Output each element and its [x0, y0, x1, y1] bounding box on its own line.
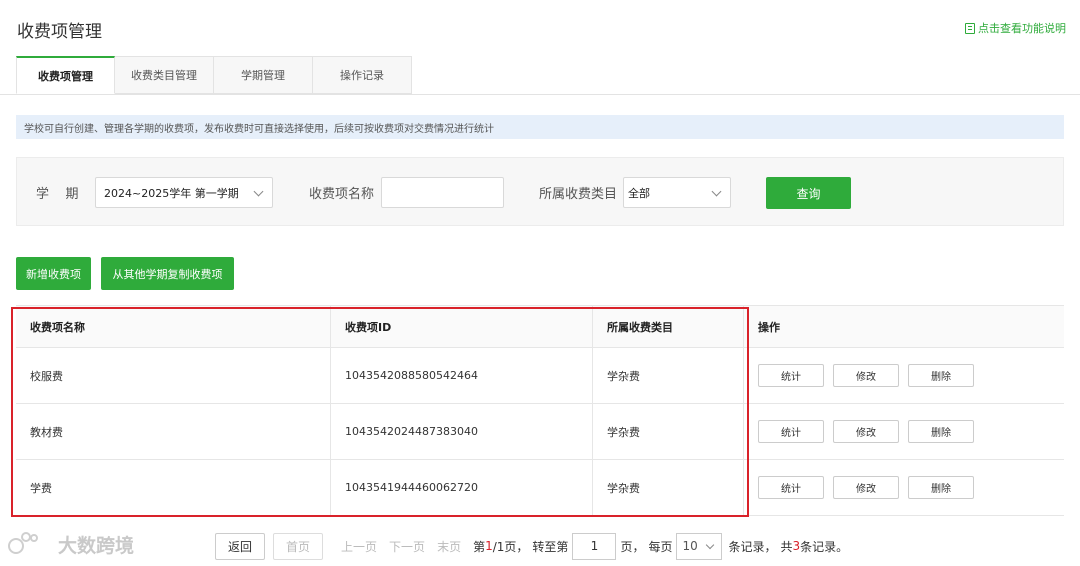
delete-button[interactable]: 删除 [908, 364, 974, 387]
category-label: 所属收费类目 [539, 187, 618, 202]
stats-button[interactable]: 统计 [758, 420, 824, 443]
term-select-value: 2024~2025学年 第一学期 [104, 186, 239, 200]
tab-bar: 收费项管理 收费类目管理 学期管理 操作记录 [16, 56, 412, 94]
cell-fee-id: 1043542088580542464 [331, 348, 593, 403]
stats-button[interactable]: 统计 [758, 476, 824, 499]
delete-button[interactable]: 删除 [908, 420, 974, 443]
help-link-label: 点击查看功能说明 [978, 22, 1066, 35]
cell-fee-name: 教材费 [16, 404, 331, 459]
copy-fee-items-button[interactable]: 从其他学期复制收费项 [101, 257, 234, 290]
page-title: 收费项管理 [17, 22, 102, 42]
last-page-link[interactable]: 末页 [437, 538, 461, 555]
category-select[interactable]: 全部 [623, 177, 731, 208]
table-row: 学费 1043541944460062720 学杂费 统计 修改 删除 [16, 460, 1064, 516]
per-page-label: 每页 [648, 539, 673, 554]
header-category: 所属收费类目 [593, 306, 744, 347]
help-link[interactable]: 点击查看功能说明 [965, 20, 1066, 36]
chevron-down-icon [253, 186, 264, 197]
fee-name-label: 收费项名称 [309, 187, 375, 202]
watermark: 大数跨境 [8, 530, 134, 558]
cell-fee-name: 学费 [16, 460, 331, 515]
cell-operations: 统计 修改 删除 [744, 348, 1064, 403]
cell-operations: 统计 修改 删除 [744, 404, 1064, 459]
page-prefix: 第 [473, 539, 486, 554]
prev-page-link[interactable]: 上一页 [341, 538, 377, 555]
records-suffix: 条记录， [728, 539, 777, 554]
tab-terms[interactable]: 学期管理 [214, 56, 313, 94]
table-row: 教材费 1043542024487383040 学杂费 统计 修改 删除 [16, 404, 1064, 460]
per-page-value: 10 [682, 539, 698, 553]
cell-category: 学杂费 [593, 404, 744, 459]
back-button[interactable]: 返回 [215, 532, 266, 560]
cell-fee-name: 校服费 [16, 348, 331, 403]
cell-operations: 统计 修改 删除 [744, 460, 1064, 515]
edit-button[interactable]: 修改 [833, 476, 899, 499]
query-button[interactable]: 查询 [766, 177, 851, 209]
page-total: /1页， [492, 539, 529, 554]
cell-category: 学杂费 [593, 348, 744, 403]
tab-fee-categories[interactable]: 收费类目管理 [115, 56, 214, 94]
fee-items-table: 收费项名称 收费项ID 所属收费类目 操作 校服费 10435420885805… [16, 305, 1064, 516]
notice-banner: 学校可自行创建、管理各学期的收费项，发布收费时可直接选择使用，后续可按收费项对交… [16, 115, 1064, 139]
chevron-down-icon [706, 540, 715, 549]
header-fee-id: 收费项ID [331, 306, 593, 347]
category-select-value: 全部 [628, 186, 650, 200]
add-fee-item-button[interactable]: 新增收费项 [16, 257, 91, 290]
cell-fee-id: 1043542024487383040 [331, 404, 593, 459]
header-operations: 操作 [758, 320, 780, 334]
page-unit: 页， [620, 539, 645, 554]
watermark-text: 大数跨境 [58, 534, 135, 557]
table-row: 校服费 1043542088580542464 学杂费 统计 修改 删除 [16, 348, 1064, 404]
document-icon [965, 22, 975, 34]
fee-name-input[interactable] [381, 177, 504, 208]
total-prefix: 共 [780, 539, 793, 554]
cell-category: 学杂费 [593, 460, 744, 515]
chevron-down-icon [711, 186, 722, 197]
total-count: 3 [792, 539, 801, 553]
per-page-select[interactable]: 10 [676, 532, 723, 560]
watermark-logo-icon [8, 530, 52, 558]
header-fee-name: 收费项名称 [16, 306, 331, 347]
goto-page-input[interactable]: 1 [572, 532, 617, 560]
stats-button[interactable]: 统计 [758, 364, 824, 387]
filter-panel: 学 期 2024~2025学年 第一学期 收费项名称 所属收费类目 全部 查询 [16, 157, 1064, 226]
edit-button[interactable]: 修改 [833, 420, 899, 443]
next-page-link[interactable]: 下一页 [389, 538, 425, 555]
tabs-divider [0, 94, 1080, 95]
pagination: 返回 首页 上一页 下一页 末页 第 1/1页， 转至第 1 页， 每页 10 条… [215, 531, 848, 561]
current-page: 1 [485, 539, 493, 553]
total-suffix: 条记录。 [800, 539, 849, 554]
cell-fee-id: 1043541944460062720 [331, 460, 593, 515]
tab-operation-log[interactable]: 操作记录 [313, 56, 412, 94]
term-select[interactable]: 2024~2025学年 第一学期 [95, 177, 273, 208]
tab-fee-items[interactable]: 收费项管理 [16, 56, 115, 94]
delete-button[interactable]: 删除 [908, 476, 974, 499]
goto-label: 转至第 [532, 539, 569, 554]
table-header-row: 收费项名称 收费项ID 所属收费类目 操作 [16, 306, 1064, 348]
first-page-button[interactable]: 首页 [273, 532, 324, 560]
edit-button[interactable]: 修改 [833, 364, 899, 387]
term-label: 学 期 [36, 187, 79, 202]
